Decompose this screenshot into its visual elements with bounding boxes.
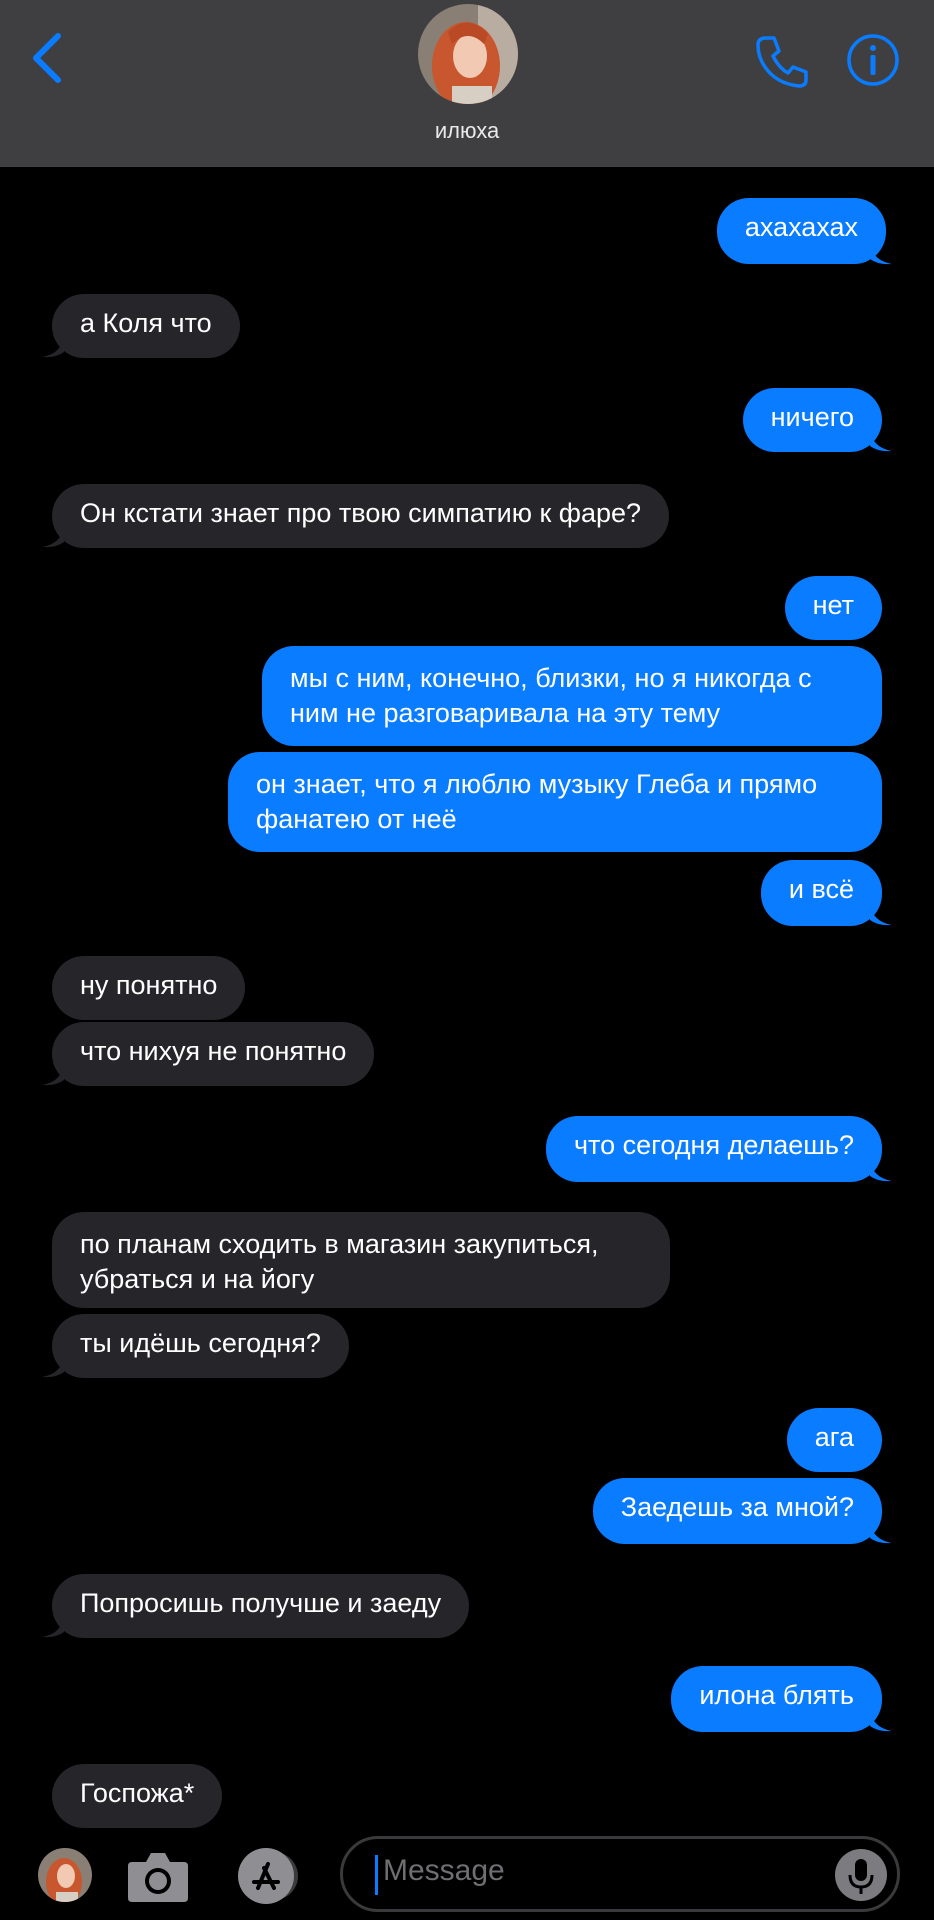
- message-bubble-incoming[interactable]: ну понятно: [52, 956, 246, 1020]
- message-bubble-outgoing[interactable]: ничего: [742, 388, 882, 452]
- bubble-tail: [870, 906, 892, 926]
- message-input[interactable]: Message: [340, 1836, 900, 1912]
- message-bubble-outgoing[interactable]: и всё: [760, 860, 882, 926]
- message-bubble-incoming[interactable]: Он кстати знает про твою симпатию к фаре…: [52, 484, 670, 548]
- message-bubble-outgoing[interactable]: мы с ним, конечно, близки, но я никогда …: [262, 646, 882, 746]
- message-bubble-outgoing[interactable]: что сегодня делаешь?: [545, 1116, 882, 1182]
- camera-icon: [128, 1853, 188, 1902]
- message-bubble-outgoing[interactable]: он знает, что я люблю музыку Глеба и пря…: [228, 752, 882, 852]
- message-bubble-incoming[interactable]: по планам сходить в магазин закупиться, …: [52, 1212, 670, 1308]
- bubble-tail: [870, 432, 892, 452]
- avatar-icon: [38, 1848, 92, 1902]
- memoji-button[interactable]: [38, 1848, 92, 1902]
- camera-button[interactable]: [126, 1848, 190, 1904]
- app-store-icon: [238, 1848, 298, 1904]
- composer-bar: Message: [0, 1830, 934, 1920]
- message-bubble-outgoing[interactable]: Заедешь за мной?: [592, 1478, 882, 1544]
- message-bubble-outgoing[interactable]: ага: [786, 1408, 882, 1472]
- bubble-tail: [42, 1618, 64, 1638]
- bubble-tail: [42, 1358, 64, 1378]
- phone-icon: [756, 36, 808, 88]
- message-bubble-outgoing[interactable]: илона блять: [671, 1666, 882, 1732]
- message-bubble-incoming[interactable]: ты идёшь сегодня?: [52, 1314, 349, 1378]
- message-bubble-incoming[interactable]: Попросишь получше и заеду: [52, 1574, 470, 1638]
- back-button[interactable]: [28, 28, 68, 88]
- contact-avatar[interactable]: [418, 4, 518, 104]
- call-button[interactable]: [752, 32, 812, 92]
- bubble-tail: [870, 1524, 892, 1544]
- info-icon: [847, 34, 899, 86]
- bubble-tail: [42, 528, 64, 548]
- chevron-left-icon: [33, 33, 61, 83]
- conversation-header: илюха: [0, 0, 934, 167]
- bubble-tail: [42, 338, 64, 358]
- contact-name[interactable]: илюха: [0, 118, 934, 144]
- message-bubble-outgoing[interactable]: нет: [784, 576, 882, 640]
- message-bubble-incoming[interactable]: а Коля что: [52, 294, 240, 358]
- contact-photo: [418, 4, 518, 104]
- message-placeholder: Message: [383, 1854, 505, 1887]
- bubble-tail: [42, 1066, 64, 1086]
- bubble-tail: [870, 1162, 892, 1182]
- text-caret: [375, 1855, 378, 1895]
- bubble-tail: [870, 1712, 892, 1732]
- message-bubble-incoming[interactable]: Госпожа*: [52, 1764, 223, 1828]
- message-bubble-incoming[interactable]: что нихуя не понятно: [52, 1022, 375, 1086]
- dictation-button[interactable]: [835, 1849, 887, 1901]
- app-store-button[interactable]: [232, 1846, 308, 1906]
- message-bubble-outgoing[interactable]: ахахахах: [716, 198, 886, 264]
- microphone-icon: [848, 1859, 874, 1894]
- info-button[interactable]: [846, 33, 900, 87]
- bubble-tail: [870, 245, 892, 265]
